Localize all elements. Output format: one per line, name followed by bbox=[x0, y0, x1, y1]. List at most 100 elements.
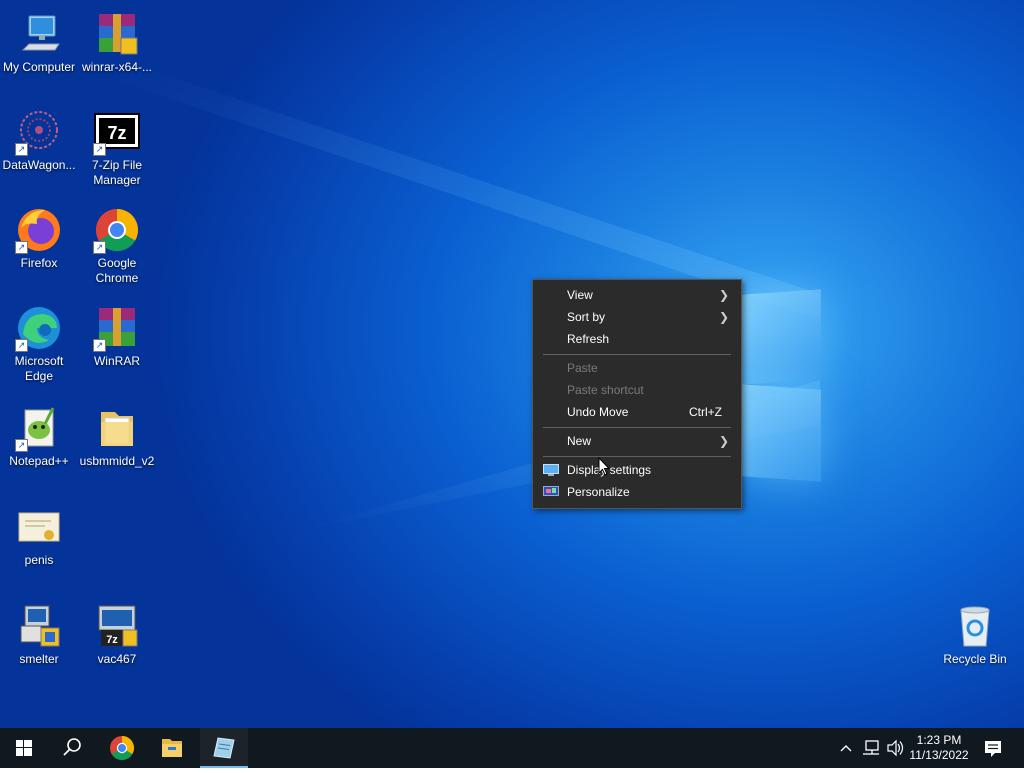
taskbar-file-explorer[interactable] bbox=[148, 728, 196, 768]
taskbar-chrome[interactable] bbox=[98, 728, 146, 768]
folder-icon bbox=[93, 404, 141, 452]
menu-item-view[interactable]: View ❯ bbox=[533, 284, 741, 306]
notifications-icon bbox=[985, 741, 1001, 757]
menu-item-undo-move[interactable]: Undo Move Ctrl+Z bbox=[533, 401, 741, 423]
clock-time: 1:23 PM bbox=[916, 733, 962, 747]
menu-separator bbox=[543, 427, 731, 428]
mouse-cursor-icon bbox=[598, 457, 610, 476]
chevron-up-icon bbox=[840, 745, 852, 752]
desktop-icon-vac467[interactable]: 7z vac467 bbox=[78, 596, 156, 667]
chevron-right-icon: ❯ bbox=[718, 310, 729, 324]
desktop-icon-7zip[interactable]: 7z ↗ 7-Zip File Manager bbox=[78, 102, 156, 188]
desktop-icon-winrar-installer[interactable]: winrar-x64-... bbox=[78, 4, 156, 75]
taskbar: 1:23 PM 11/13/2022 bbox=[0, 728, 1024, 768]
shortcut-arrow-icon: ↗ bbox=[93, 143, 106, 156]
menu-item-paste-shortcut: Paste shortcut bbox=[533, 379, 741, 401]
desktop-icon-usbmmidd[interactable]: usbmmidd_v2 bbox=[78, 398, 156, 469]
file-explorer-icon bbox=[162, 739, 182, 757]
start-icon bbox=[16, 740, 32, 756]
datawagon-icon: ↗ bbox=[15, 108, 63, 156]
chrome-icon: ↗ bbox=[93, 206, 141, 254]
tray-notifications[interactable] bbox=[978, 728, 1008, 768]
desktop-icon-penis[interactable]: penis bbox=[0, 497, 78, 568]
desktop-icon-smelter[interactable]: smelter bbox=[0, 596, 78, 667]
wallpaper-logo-pane bbox=[741, 289, 821, 385]
menu-item-refresh[interactable]: Refresh bbox=[533, 328, 741, 350]
network-icon bbox=[863, 740, 879, 755]
winrar-icon: ↗ bbox=[93, 304, 141, 352]
start-button[interactable] bbox=[0, 728, 48, 768]
shortcut-arrow-icon: ↗ bbox=[93, 339, 106, 352]
desktop-icon-datawagon[interactable]: ↗ DataWagon... bbox=[0, 102, 78, 173]
desktop-icon-edge[interactable]: ↗ Microsoft Edge bbox=[0, 298, 78, 384]
menu-separator bbox=[543, 456, 731, 457]
recycle-bin-icon bbox=[951, 602, 999, 650]
installer-icon bbox=[15, 602, 63, 650]
desktop-context-menu: View ❯ Sort by ❯ Refresh Paste Paste sho… bbox=[532, 279, 742, 509]
search-button[interactable] bbox=[48, 728, 96, 768]
desktop-icon-label: Recycle Bin bbox=[943, 652, 1007, 666]
menu-item-sort-by[interactable]: Sort by ❯ bbox=[533, 306, 741, 328]
tray-network[interactable] bbox=[860, 728, 882, 768]
notepad-app-icon bbox=[213, 737, 235, 759]
menu-item-shortcut: Ctrl+Z bbox=[689, 405, 722, 419]
menu-item-label: New bbox=[567, 434, 592, 448]
certificate-icon bbox=[15, 503, 63, 551]
desktop-icon-label: My Computer bbox=[2, 60, 76, 74]
chevron-right-icon: ❯ bbox=[718, 434, 729, 448]
desktop-icon-my-computer[interactable]: My Computer bbox=[0, 4, 78, 75]
desktop-icon-notepadpp[interactable]: ↗ Notepad++ bbox=[0, 398, 78, 469]
firefox-icon: ↗ bbox=[15, 206, 63, 254]
notepadpp-icon: ↗ bbox=[15, 404, 63, 452]
desktop-icon-recycle-bin[interactable]: Recycle Bin bbox=[936, 596, 1014, 667]
shortcut-arrow-icon: ↗ bbox=[15, 439, 28, 452]
menu-item-label: View bbox=[567, 288, 593, 302]
desktop-icon-label: penis bbox=[24, 553, 54, 567]
desktop-icon-label: DataWagon... bbox=[2, 158, 76, 172]
menu-item-personalize[interactable]: Personalize bbox=[533, 481, 741, 503]
desktop-icon-label: Notepad++ bbox=[9, 454, 69, 468]
chrome-icon bbox=[110, 736, 135, 761]
shortcut-arrow-icon: ↗ bbox=[93, 241, 106, 254]
menu-item-label: Undo Move bbox=[567, 405, 629, 419]
menu-item-new[interactable]: New ❯ bbox=[533, 430, 741, 452]
edge-icon: ↗ bbox=[15, 304, 63, 352]
svg-text:7z: 7z bbox=[107, 123, 126, 143]
search-icon bbox=[63, 738, 81, 756]
tray-show-hidden[interactable] bbox=[836, 728, 856, 768]
desktop-icon-label: usbmmidd_v2 bbox=[79, 454, 155, 468]
desktop-icon-label: Microsoft Edge bbox=[14, 354, 64, 383]
menu-item-paste: Paste bbox=[533, 357, 741, 379]
computer-icon bbox=[15, 10, 63, 58]
winrar-installer-icon bbox=[93, 10, 141, 58]
taskbar-notepad-app[interactable] bbox=[200, 728, 248, 768]
tray-clock[interactable]: 1:23 PM 11/13/2022 bbox=[906, 728, 972, 768]
menu-item-display-settings[interactable]: Display settings bbox=[533, 459, 741, 481]
volume-icon bbox=[887, 739, 904, 757]
shortcut-arrow-icon: ↗ bbox=[15, 339, 28, 352]
shortcut-arrow-icon: ↗ bbox=[15, 241, 28, 254]
desktop[interactable]: My Computer ↗ DataWagon... ↗ Firefox ↗ M… bbox=[0, 0, 1024, 728]
desktop-icon-label: WinRAR bbox=[93, 354, 140, 368]
desktop-icon-chrome[interactable]: ↗ Google Chrome bbox=[78, 200, 156, 286]
chevron-right-icon: ❯ bbox=[718, 288, 729, 302]
desktop-icon-firefox[interactable]: ↗ Firefox bbox=[0, 200, 78, 271]
desktop-icon-winrar[interactable]: ↗ WinRAR bbox=[78, 298, 156, 369]
menu-separator bbox=[543, 354, 731, 355]
shortcut-arrow-icon: ↗ bbox=[15, 143, 28, 156]
desktop-icon-label: 7-Zip File Manager bbox=[91, 158, 142, 187]
tray-volume[interactable] bbox=[884, 728, 906, 768]
personalize-icon bbox=[543, 486, 559, 496]
menu-item-label: Sort by bbox=[567, 310, 606, 324]
wallpaper-logo-pane bbox=[741, 384, 821, 482]
desktop-icon-label: vac467 bbox=[97, 652, 137, 666]
desktop-icon-label: Firefox bbox=[20, 256, 58, 270]
7z-installer-icon: 7z bbox=[93, 602, 141, 650]
desktop-icon-label: smelter bbox=[19, 652, 59, 666]
menu-item-label: Personalize bbox=[567, 485, 630, 499]
clock-date: 11/13/2022 bbox=[909, 748, 969, 762]
desktop-icon-label: winrar-x64-... bbox=[81, 60, 152, 74]
7zip-icon: 7z ↗ bbox=[93, 108, 141, 156]
display-settings-icon bbox=[543, 464, 559, 476]
menu-item-label: Paste shortcut bbox=[567, 383, 644, 397]
